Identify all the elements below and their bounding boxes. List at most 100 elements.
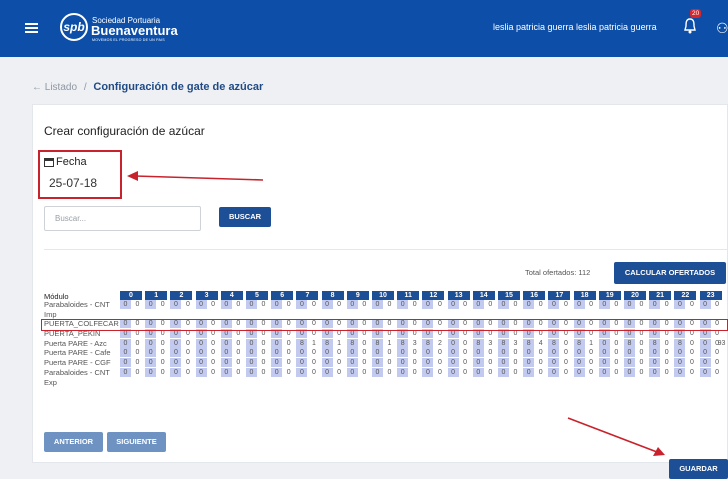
hour-value-cell[interactable]: 0 bbox=[296, 300, 308, 309]
hour-value-cell[interactable]: 0 bbox=[233, 368, 244, 377]
hour-value-cell[interactable]: 0 bbox=[535, 348, 546, 357]
hour-value-cell[interactable]: 0 bbox=[359, 339, 370, 348]
hour-value-cell[interactable]: 0 bbox=[560, 358, 571, 367]
hour-value-cell[interactable]: 0 bbox=[510, 358, 521, 367]
hour-value-cell[interactable]: 0 bbox=[246, 300, 257, 309]
hour-value-cell[interactable]: 0 bbox=[598, 338, 610, 348]
hour-value-cell[interactable]: 0 bbox=[699, 338, 711, 348]
hour-value-cell[interactable]: 8 bbox=[498, 338, 509, 348]
hour-value-cell[interactable]: 0 bbox=[434, 358, 445, 367]
hour-value-cell[interactable]: 0 bbox=[145, 300, 157, 309]
hour-value-cell[interactable]: 0 bbox=[472, 358, 484, 368]
hour-value-cell[interactable]: 0 bbox=[548, 300, 560, 309]
hour-value-cell[interactable]: 0 bbox=[510, 348, 521, 357]
hour-value-cell[interactable]: 0 bbox=[422, 368, 434, 377]
hour-value-cell[interactable]: 0 bbox=[372, 358, 383, 368]
hour-value-cell[interactable]: 0 bbox=[296, 348, 308, 358]
hour-value-cell[interactable]: 0 bbox=[346, 368, 358, 377]
hour-value-cell[interactable]: 0 bbox=[573, 300, 585, 309]
hour-value-cell[interactable]: 0 bbox=[586, 348, 597, 357]
hour-value-cell[interactable]: 1 bbox=[334, 339, 345, 348]
hour-value-cell[interactable]: 0 bbox=[271, 368, 283, 377]
hour-value-cell[interactable]: 0 bbox=[132, 368, 143, 377]
hour-value-cell[interactable]: 0 bbox=[170, 358, 182, 368]
hour-value-cell[interactable]: 0 bbox=[308, 300, 319, 309]
hour-value-cell[interactable]: 0 bbox=[271, 300, 283, 309]
hour-value-cell[interactable]: 0 bbox=[624, 368, 635, 377]
hour-value-cell[interactable]: 0 bbox=[460, 358, 471, 367]
hour-value-cell[interactable]: 8 bbox=[472, 338, 484, 348]
hour-value-cell[interactable]: 2 bbox=[434, 339, 445, 348]
hour-value-cell[interactable]: 0 bbox=[308, 368, 319, 377]
hour-value-cell[interactable]: 0 bbox=[145, 338, 157, 348]
hour-value-cell[interactable]: 8 bbox=[523, 338, 535, 348]
hour-value-cell[interactable]: 0 bbox=[397, 358, 409, 368]
hour-value-cell[interactable]: 0 bbox=[246, 358, 257, 368]
hour-value-cell[interactable]: 0 bbox=[334, 348, 345, 357]
hour-value-cell[interactable]: 0 bbox=[548, 368, 560, 377]
hour-value-cell[interactable]: 0 bbox=[170, 300, 182, 309]
hour-value-cell[interactable]: 0 bbox=[498, 368, 509, 377]
hour-value-cell[interactable]: 0 bbox=[472, 368, 484, 377]
hour-value-cell[interactable]: 0 bbox=[321, 368, 333, 377]
hour-value-cell[interactable]: 0 bbox=[359, 300, 370, 309]
hour-value-cell[interactable]: 0 bbox=[346, 348, 358, 358]
calculate-offered-button[interactable]: CALCULAR OFERTADOS bbox=[614, 262, 726, 284]
hour-value-cell[interactable]: 0 bbox=[120, 338, 131, 348]
hour-value-cell[interactable]: 0 bbox=[409, 358, 420, 367]
hour-value-cell[interactable]: 0 bbox=[712, 368, 723, 377]
hour-value-cell[interactable]: 0 bbox=[334, 300, 345, 309]
hour-value-cell[interactable]: 0 bbox=[472, 348, 484, 358]
save-button[interactable]: GUARDAR bbox=[669, 459, 728, 479]
hour-value-cell[interactable]: 0 bbox=[636, 358, 647, 367]
hour-value-cell[interactable]: 0 bbox=[384, 348, 395, 357]
hour-value-cell[interactable]: 0 bbox=[649, 300, 661, 309]
hour-value-cell[interactable]: 0 bbox=[548, 348, 560, 358]
hour-value-cell[interactable]: 0 bbox=[271, 338, 283, 348]
search-input[interactable]: Buscar... bbox=[44, 206, 201, 231]
hour-value-cell[interactable]: 0 bbox=[246, 368, 257, 377]
hour-value-cell[interactable]: 0 bbox=[598, 358, 610, 368]
hour-value-cell[interactable]: 0 bbox=[460, 348, 471, 357]
hour-value-cell[interactable]: 0 bbox=[498, 348, 509, 358]
hour-value-cell[interactable]: 0 bbox=[258, 348, 269, 357]
hour-value-cell[interactable]: 0 bbox=[283, 368, 294, 377]
hour-value-cell[interactable]: 0 bbox=[498, 300, 509, 309]
hour-value-cell[interactable]: 0 bbox=[283, 348, 294, 357]
hour-value-cell[interactable]: 0 bbox=[157, 339, 168, 348]
hour-value-cell[interactable]: 0 bbox=[649, 348, 661, 358]
hour-value-cell[interactable]: 0 bbox=[283, 300, 294, 309]
hour-value-cell[interactable]: 0 bbox=[686, 368, 697, 377]
hour-value-cell[interactable]: 0 bbox=[409, 300, 420, 309]
hour-value-cell[interactable]: 0 bbox=[674, 348, 686, 358]
hour-value-cell[interactable]: 0 bbox=[208, 358, 219, 367]
hour-value-cell[interactable]: 0 bbox=[132, 300, 143, 309]
hour-value-cell[interactable]: 0 bbox=[485, 358, 496, 367]
hour-value-cell[interactable]: 0 bbox=[586, 358, 597, 367]
hour-value-cell[interactable]: 0 bbox=[560, 348, 571, 357]
hour-value-cell[interactable]: 8 bbox=[321, 338, 333, 348]
hour-value-cell[interactable]: 0 bbox=[246, 348, 257, 358]
hour-value-cell[interactable]: 0 bbox=[447, 338, 459, 348]
hour-value-cell[interactable]: 0 bbox=[120, 348, 131, 358]
hour-value-cell[interactable]: 0 bbox=[712, 358, 723, 367]
hour-value-cell[interactable]: 0 bbox=[170, 338, 182, 348]
hour-value-cell[interactable]: 8 bbox=[649, 338, 661, 348]
hour-value-cell[interactable]: 0 bbox=[535, 300, 546, 309]
hour-value-cell[interactable]: 0 bbox=[346, 300, 358, 309]
hour-value-cell[interactable]: 0 bbox=[611, 368, 622, 377]
hour-value-cell[interactable]: 0 bbox=[523, 368, 535, 377]
hour-value-cell[interactable]: 0 bbox=[498, 358, 509, 368]
hour-value-cell[interactable]: 0 bbox=[523, 358, 535, 368]
hour-value-cell[interactable]: 0 bbox=[636, 339, 647, 348]
hour-value-cell[interactable]: 0 bbox=[283, 339, 294, 348]
hour-value-cell[interactable]: 0 bbox=[598, 300, 610, 309]
hour-value-cell[interactable]: 0 bbox=[686, 358, 697, 367]
hour-value-cell[interactable]: 0 bbox=[372, 300, 383, 309]
hour-value-cell[interactable]: 0 bbox=[535, 368, 546, 377]
hour-value-cell[interactable]: 0 bbox=[712, 348, 723, 357]
hour-value-cell[interactable]: 0 bbox=[674, 358, 686, 368]
hour-value-cell[interactable]: 0 bbox=[560, 339, 571, 348]
hour-value-cell[interactable]: 0 bbox=[460, 368, 471, 377]
hour-value-cell[interactable]: 0 bbox=[409, 368, 420, 377]
